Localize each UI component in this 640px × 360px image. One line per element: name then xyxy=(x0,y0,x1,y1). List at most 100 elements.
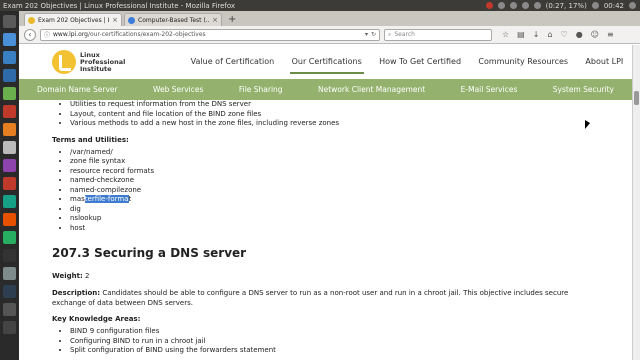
system-tray: (0:27, 17%) 00:42 xyxy=(485,2,640,10)
dash-icon[interactable] xyxy=(3,15,16,28)
trash-icon[interactable] xyxy=(3,321,16,334)
site-header: Linux Professional Institute Value of Ce… xyxy=(19,45,632,79)
list-item: zone file syntax xyxy=(70,157,632,167)
subnav-file-sharing[interactable]: File Sharing xyxy=(239,85,283,94)
system-top-bar: Exam 202 Objectives | Linux Professional… xyxy=(0,0,640,11)
terms-list: /var/named/ zone file syntax resource re… xyxy=(52,148,632,234)
mail-icon[interactable] xyxy=(509,2,517,9)
list-item: host xyxy=(70,224,632,234)
search-input[interactable]: ⌕ Search xyxy=(384,28,492,41)
terminal-icon[interactable] xyxy=(3,249,16,262)
close-tab-icon[interactable]: × xyxy=(112,16,118,24)
main-nav: Value of Certification Our Certification… xyxy=(182,51,632,74)
window-title: Exam 202 Objectives | Linux Professional… xyxy=(3,1,236,10)
lpi-favicon-icon xyxy=(28,16,35,24)
pocket-icon[interactable]: ♡ xyxy=(561,30,568,39)
list-item: named-compilezone xyxy=(70,186,632,196)
url-bar[interactable]: ⓘ www.lpi.org/our-certifications/exam-20… xyxy=(40,28,380,41)
nav-our-certifications[interactable]: Our Certifications xyxy=(289,51,364,74)
tab-computer-based-test[interactable]: Computer-Based Test (... × xyxy=(124,13,222,26)
list-item: nslookup xyxy=(70,214,632,224)
subnav-network-client-management[interactable]: Network Client Management xyxy=(318,85,425,94)
nav-about-lpi[interactable]: About LPI xyxy=(583,51,625,74)
reading-list-icon[interactable]: ▤ xyxy=(517,30,525,39)
network-icon[interactable] xyxy=(533,2,541,9)
app-icon-10[interactable] xyxy=(3,267,16,280)
app-icon-5[interactable] xyxy=(3,123,16,136)
filezilla-icon[interactable] xyxy=(3,177,16,190)
list-item: Various methods to add a new host in the… xyxy=(70,119,632,129)
subnav-email-services[interactable]: E-Mail Services xyxy=(461,85,518,94)
new-tab-button[interactable]: + xyxy=(224,14,240,26)
volume-icon[interactable] xyxy=(591,2,599,9)
description: Description: Candidates should be able t… xyxy=(52,289,569,307)
dropdown-icon[interactable]: ▾ xyxy=(365,31,368,38)
subnav-domain-name-server[interactable]: Domain Name Server xyxy=(37,85,118,94)
settings-gear-icon[interactable] xyxy=(629,2,636,9)
app-icon-4[interactable] xyxy=(3,105,16,118)
back-button[interactable]: ‹ xyxy=(24,28,36,41)
toolbar-icons: ☆ ▤ ↓ ⌂ ♡ ● ☺ ≡ xyxy=(502,30,614,39)
tab-bar: Exam 202 Objectives | Li... × Computer-B… xyxy=(19,11,640,26)
list-item: Configuring BIND to run in a chroot jail xyxy=(70,337,632,347)
download-icon[interactable]: ↓ xyxy=(533,30,540,39)
page-scrollbar[interactable] xyxy=(632,45,640,360)
reload-icon[interactable]: ↻ xyxy=(371,31,376,38)
list-item: /var/named/ xyxy=(70,148,632,158)
knowledge-list: Utilities to request information from th… xyxy=(52,100,632,129)
app-icon-6[interactable] xyxy=(3,141,16,154)
bookmark-star-icon[interactable]: ☆ xyxy=(502,30,509,39)
files-icon[interactable] xyxy=(3,33,16,46)
list-item: Split configuration of BIND using the fo… xyxy=(70,346,632,356)
chat-icon[interactable] xyxy=(497,2,505,9)
extension-icon[interactable]: ● xyxy=(576,30,583,39)
subnav-system-security[interactable]: System Security xyxy=(553,85,614,94)
list-item: Utilities to request information from th… xyxy=(70,100,632,110)
nav-how-to-get-certified[interactable]: How To Get Certified xyxy=(377,51,463,74)
tab-exam-202[interactable]: Exam 202 Objectives | Li... × xyxy=(24,13,122,26)
navigation-bar: ‹ ⓘ www.lpi.org/our-certifications/exam-… xyxy=(19,26,640,44)
list-item: resource record formats xyxy=(70,167,632,177)
mouse-pointer-icon xyxy=(585,120,590,129)
scrollbar-thumb[interactable] xyxy=(634,91,639,105)
nav-value-of-certification[interactable]: Value of Certification xyxy=(189,51,277,74)
list-item-selected[interactable]: masterfile-format xyxy=(70,195,632,205)
app-launcher xyxy=(0,11,19,360)
info-icon[interactable]: ⓘ xyxy=(44,30,50,39)
app-icon-3[interactable] xyxy=(3,87,16,100)
weight-line: Weight: 2 xyxy=(52,272,90,280)
list-item: BIND 9 configuration files xyxy=(70,327,632,337)
nav-community-resources[interactable]: Community Resources xyxy=(476,51,570,74)
home-icon[interactable]: ⌂ xyxy=(547,30,552,39)
list-item: Layout, content and file location of the… xyxy=(70,110,632,120)
main-content: Utilities to request information from th… xyxy=(19,100,632,360)
record-icon[interactable] xyxy=(485,2,493,9)
app-icon-2[interactable] xyxy=(3,69,16,82)
terms-heading: Terms and Utilities: xyxy=(52,135,129,144)
lpi-logo-icon xyxy=(52,50,76,74)
kka-list: BIND 9 configuration files Configuring B… xyxy=(52,327,632,356)
smiley-icon[interactable]: ☺ xyxy=(591,30,599,39)
firefox-icon[interactable] xyxy=(3,213,16,226)
list-item: named-checkzone xyxy=(70,176,632,186)
app-icon-11[interactable] xyxy=(3,285,16,298)
app-icon-9[interactable] xyxy=(3,231,16,244)
clock[interactable]: 00:42 xyxy=(604,2,624,10)
close-tab-icon[interactable]: × xyxy=(212,16,218,24)
subnav-web-services[interactable]: Web Services xyxy=(153,85,203,94)
text-selection[interactable]: terfile-forma xyxy=(84,195,129,203)
app-icon-8[interactable] xyxy=(3,195,16,208)
page-favicon-icon xyxy=(128,16,135,24)
keyboard-icon[interactable] xyxy=(521,2,529,9)
section-heading: 207.3 Securing a DNS server xyxy=(52,246,247,260)
kka-heading: Key Knowledge Areas: xyxy=(52,315,141,323)
app-icon-12[interactable] xyxy=(3,303,16,316)
app-icon-1[interactable] xyxy=(3,51,16,64)
search-icon: ⌕ xyxy=(388,30,392,38)
lpi-logo[interactable]: Linux Professional Institute xyxy=(52,50,182,74)
list-item: dig xyxy=(70,205,632,215)
app-icon-7[interactable] xyxy=(3,159,16,172)
menu-icon[interactable]: ≡ xyxy=(607,30,614,39)
url-text[interactable]: www.lpi.org/our-certifications/exam-202-… xyxy=(53,31,362,38)
battery-status[interactable]: (0:27, 17%) xyxy=(546,2,587,10)
